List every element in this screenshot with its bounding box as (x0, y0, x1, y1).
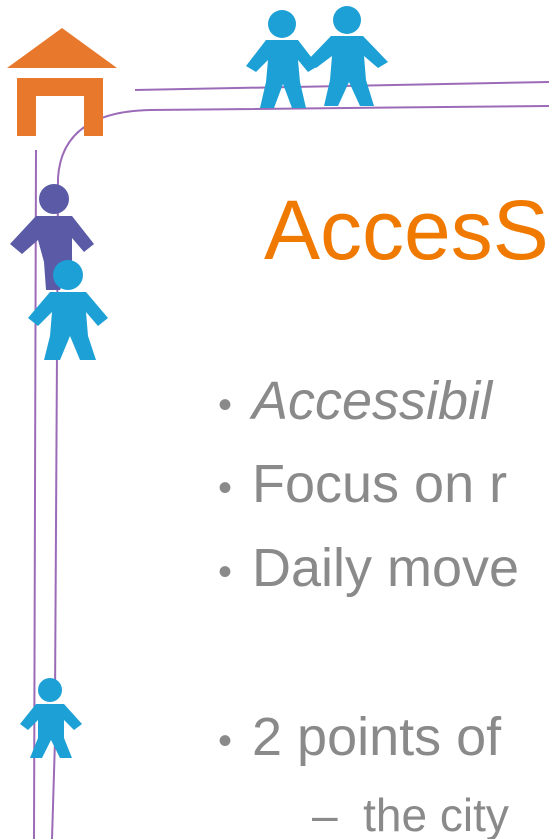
slide: AccesS • Accessibil • Focus on r • Daily mo… (0, 0, 549, 839)
bullet-text: Daily move (252, 538, 520, 598)
bullet-dot: • (218, 549, 233, 594)
bullet-text: Accessibil (252, 371, 493, 431)
bullet-dot: • (218, 382, 233, 427)
bullet-text: Focus on r (252, 454, 508, 514)
bullet-dot: • (218, 465, 233, 510)
bullet-item: • 2 points of (218, 710, 501, 764)
bullet-dot: • (218, 718, 233, 763)
bullet-text: 2 points of (252, 707, 502, 767)
bullet-item: • Focus on r (218, 457, 507, 511)
bullet-item: • Accessibil (218, 374, 492, 428)
bullet-item: • Daily move (218, 541, 519, 595)
sub-bullet-text: the city (363, 789, 509, 839)
bullet-list: • Accessibil • Focus on r • Daily move • 2 p… (0, 0, 549, 839)
sub-bullet-dash: – (312, 789, 338, 839)
sub-bullet-item: – the city (312, 792, 509, 838)
